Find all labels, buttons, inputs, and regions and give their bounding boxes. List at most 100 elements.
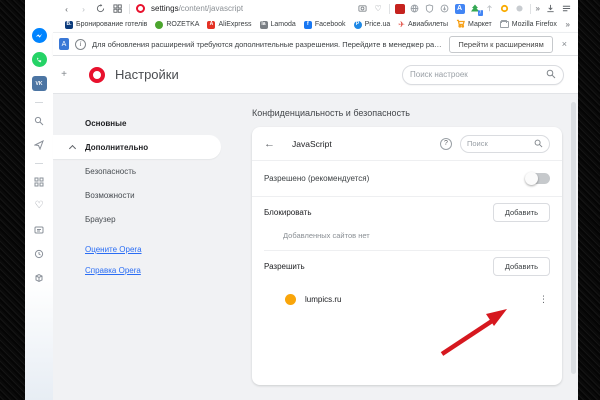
nav-item-basic[interactable]: Основные [53, 111, 250, 135]
bookmark-item[interactable]: fFacebook [304, 21, 346, 29]
block-empty-text: Добавленных сайтов нет [283, 231, 550, 240]
toolbar-divider [389, 4, 390, 14]
bookmark-item[interactable]: PPrice.ua [354, 21, 391, 29]
block-section: Блокировать Добавить Добавленных сайтов … [252, 197, 562, 251]
block-add-button[interactable]: Добавить [493, 203, 550, 222]
nav-item-advanced[interactable]: Дополнительно [53, 135, 221, 159]
settings-search-input[interactable] [410, 70, 546, 79]
bookmark-item[interactable]: ROZETKA [155, 21, 199, 29]
bookmark-label: AliExpress [218, 21, 251, 28]
extension-globe-icon[interactable] [410, 4, 420, 14]
extension-gray-dot-icon[interactable] [515, 4, 525, 14]
extension-badge: 7 [478, 10, 483, 16]
opera-site-badge [136, 4, 145, 13]
downloads-icon[interactable] [545, 3, 556, 14]
bookmark-item[interactable]: laLamoda [260, 21, 296, 29]
easy-setup-tiles-icon[interactable] [112, 3, 123, 14]
my-flow-icon[interactable] [32, 137, 47, 152]
bookmark-item[interactable]: B.Бронирование готелів [65, 21, 147, 29]
nav-item-features[interactable]: Возможности [53, 183, 250, 207]
reload-button[interactable] [95, 3, 106, 14]
bookmark-label: Маркет [468, 21, 492, 28]
card-title: JavaScript [292, 139, 332, 149]
address-toolbar: ‹ › settings/content/javascript ♡ [53, 0, 578, 17]
bookmark-heart-icon[interactable]: ♡ [373, 3, 384, 14]
opera-help-link[interactable]: Справка Opera [85, 266, 250, 275]
info-icon: i [75, 39, 86, 50]
market-cart-favicon [456, 19, 465, 30]
extensions-icon[interactable] [32, 270, 47, 285]
sidebar-setup-icon[interactable] [561, 3, 572, 14]
back-arrow-icon[interactable]: ← [264, 138, 275, 150]
translate-extension-icon[interactable]: A [455, 4, 465, 14]
nav-item-security[interactable]: Безопасность [53, 159, 250, 183]
bookmark-label: ROZETKA [166, 21, 199, 28]
bookmarks-heart-icon[interactable]: ♡ [32, 198, 47, 213]
vk-icon[interactable]: VK [32, 76, 47, 91]
bookmark-item[interactable]: Mozilla Firefox [500, 21, 557, 28]
site-more-icon[interactable]: ⋮ [539, 294, 548, 305]
rds-extension-icon[interactable]: 7 [470, 4, 480, 14]
allow-section: Разрешить Добавить lumpics.ru ⋮ [252, 251, 562, 305]
bookmark-label: Facebook [315, 21, 346, 28]
forward-button[interactable]: › [78, 3, 89, 14]
card-search-input[interactable] [467, 139, 534, 148]
snapshot-icon[interactable] [357, 3, 368, 14]
help-icon[interactable]: ? [440, 138, 452, 150]
settings-search-box[interactable] [402, 65, 564, 85]
speed-dial-icon[interactable] [32, 174, 47, 189]
personal-news-icon[interactable] [32, 222, 47, 237]
extensions-overflow-chevron[interactable]: » [536, 4, 540, 13]
go-to-extensions-button[interactable]: Перейти к расширениям [449, 36, 552, 53]
price-ua-favicon: P [354, 21, 362, 29]
bookmark-item[interactable]: ✈Авиабилеты [398, 20, 448, 29]
extension-shield-icon[interactable] [425, 4, 435, 14]
history-icon[interactable] [32, 246, 47, 261]
bookmark-label: Lamoda [271, 21, 296, 28]
url-host: settings [151, 4, 179, 13]
block-label: Блокировать [264, 208, 312, 217]
toggle-knob [525, 172, 538, 185]
bookmarks-overflow-chevron[interactable]: » [566, 20, 570, 29]
page-scrollbar[interactable] [571, 102, 576, 374]
messenger-icon[interactable] [32, 28, 47, 43]
extension-up-arrow-icon[interactable] [485, 4, 495, 14]
address-url[interactable]: settings/content/javascript [151, 4, 243, 13]
allow-add-button[interactable]: Добавить [493, 257, 550, 276]
bookmark-label: Авиабилеты [408, 21, 448, 28]
bookmarks-bar: B.Бронирование готелів ROZETKA AAliExpre… [53, 17, 578, 32]
collapse-caret-icon [69, 145, 76, 152]
bookmark-label: Mozilla Firefox [512, 21, 557, 28]
extension-orange-ring-icon[interactable] [500, 4, 510, 14]
allowed-toggle-label: Разрешено (рекомендуется) [264, 174, 369, 183]
settings-title: Настройки [115, 67, 179, 82]
url-path: /content/javascript [179, 4, 243, 13]
bookmark-label: Бронирование готелів [76, 21, 147, 28]
notification-close-icon[interactable]: × [559, 39, 570, 49]
facebook-favicon: f [304, 21, 312, 29]
javascript-toggle[interactable] [526, 173, 550, 184]
opera-logo [89, 67, 105, 83]
lamoda-favicon: la [260, 21, 268, 29]
rate-opera-link[interactable]: Оцените Opera [85, 245, 250, 254]
toolbar-divider [530, 4, 531, 14]
nav-item-label: Дополнительно [85, 143, 148, 152]
extension-notification-bar: A i Для обновления расширений требуются … [53, 32, 578, 56]
aliexpress-favicon: A [207, 21, 215, 29]
search-icon [534, 135, 543, 153]
extension-download-arrow-icon[interactable] [440, 4, 450, 14]
nav-item-browser[interactable]: Браузер [53, 207, 250, 231]
back-button[interactable]: ‹ [61, 3, 72, 14]
folder-icon [500, 21, 509, 28]
extension-red-icon[interactable] [395, 4, 405, 14]
settings-content: Основные Дополнительно Безопасность Возм… [53, 94, 578, 400]
card-search-box[interactable] [460, 135, 550, 153]
sidebar-search-icon[interactable] [32, 113, 47, 128]
rozetka-favicon [155, 21, 163, 29]
bookmark-item[interactable]: Маркет [456, 19, 492, 30]
allowed-site-row: lumpics.ru ⋮ [264, 294, 550, 305]
allow-label: Разрешить [264, 262, 305, 271]
bookmark-item[interactable]: AAliExpress [207, 21, 251, 29]
sidebar-add-icon[interactable]: + [53, 69, 75, 80]
whatsapp-icon[interactable] [32, 52, 47, 67]
